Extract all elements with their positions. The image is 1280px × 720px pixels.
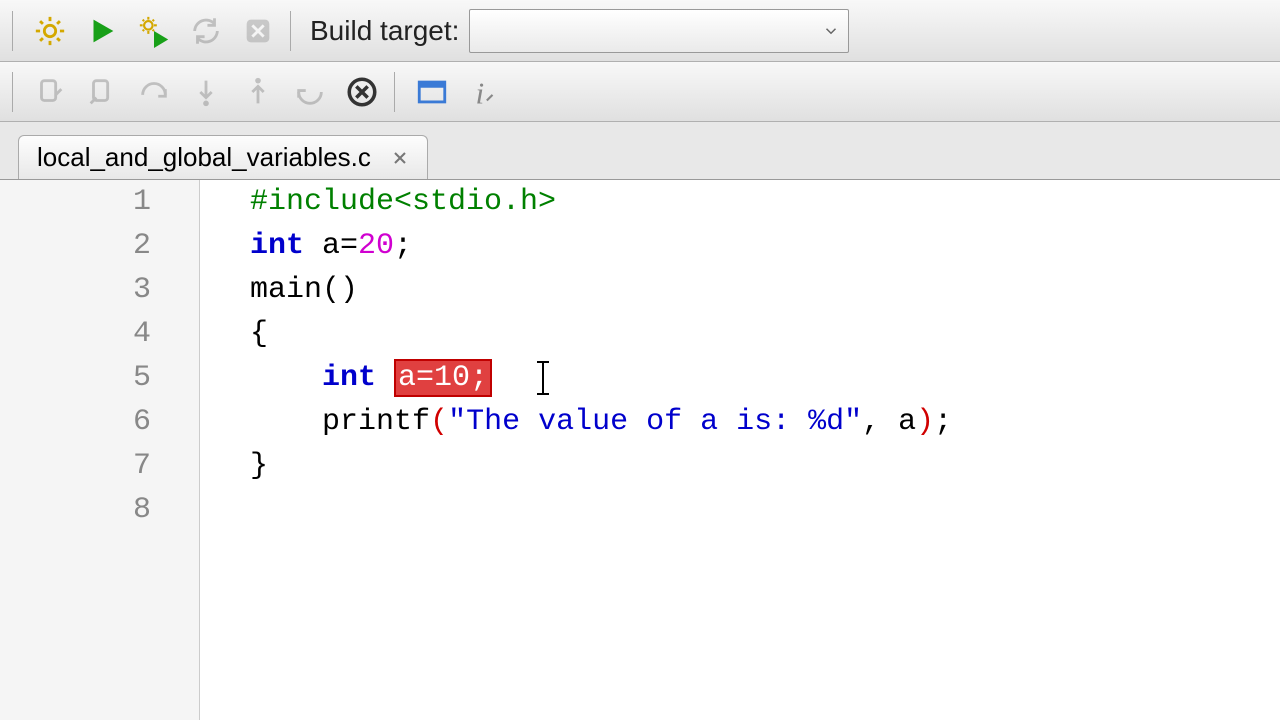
gear-icon [33, 14, 67, 48]
file-tab[interactable]: local_and_global_variables.c [18, 135, 428, 179]
main-toolbar: Build target: [0, 0, 1280, 62]
close-icon [390, 148, 410, 168]
chevron-down-icon [822, 22, 840, 40]
code-line: { [250, 312, 1280, 356]
refresh-icon [189, 14, 223, 48]
line-number: 7 [0, 444, 199, 488]
code-area[interactable]: #include<stdio.h> int a=20; main() { int… [200, 180, 1280, 720]
code-line: main() [250, 268, 1280, 312]
line-number: 3 [0, 268, 199, 312]
tab-filename: local_and_global_variables.c [37, 142, 371, 173]
stop-icon [241, 14, 275, 48]
abort-button[interactable] [234, 7, 282, 55]
code-editor[interactable]: 1 2 3 4 5 6 7 8 #include<stdio.h> int a=… [0, 180, 1280, 720]
run-button[interactable] [78, 7, 126, 55]
step-into-icon [189, 75, 223, 109]
step-out-button[interactable] [234, 68, 282, 116]
tab-close-button[interactable] [387, 145, 413, 171]
debug-start-button[interactable] [26, 68, 74, 116]
info-icon: i [467, 75, 501, 109]
play-icon [85, 14, 119, 48]
debug-toolbar: i [0, 62, 1280, 122]
selected-text: a=10; [394, 359, 492, 397]
step-out-icon [241, 75, 275, 109]
debug-icon [33, 75, 67, 109]
editor-tab-bar: local_and_global_variables.c [0, 122, 1280, 180]
line-number: 4 [0, 312, 199, 356]
build-target-dropdown[interactable] [469, 9, 849, 53]
code-line: int a=20; [250, 224, 1280, 268]
toolbar-separator [12, 72, 18, 112]
line-number: 1 [0, 180, 199, 224]
run-to-cursor-button[interactable] [78, 68, 126, 116]
text-cursor [542, 361, 544, 395]
line-number: 2 [0, 224, 199, 268]
build-target-label: Build target: [310, 15, 459, 47]
rebuild-button[interactable] [182, 7, 230, 55]
debugging-windows-button[interactable] [408, 68, 456, 116]
window-icon [415, 75, 449, 109]
line-number-gutter: 1 2 3 4 5 6 7 8 [0, 180, 200, 720]
code-line: printf("The value of a is: %d", a); [250, 400, 1280, 444]
line-number: 5 [0, 356, 199, 400]
gear-play-icon [137, 14, 171, 48]
stop-debugger-icon [345, 75, 379, 109]
code-line [250, 488, 1280, 532]
step-into-button[interactable] [182, 68, 230, 116]
code-line: #include<stdio.h> [250, 180, 1280, 224]
line-number: 8 [0, 488, 199, 532]
step-instruction-button[interactable] [286, 68, 334, 116]
step-over-button[interactable] [130, 68, 178, 116]
code-line: } [250, 444, 1280, 488]
toolbar-separator [394, 72, 400, 112]
toolbar-separator [290, 11, 296, 51]
code-line: int a=10; [250, 356, 1280, 400]
stop-debugger-button[interactable] [338, 68, 386, 116]
step-over-icon [137, 75, 171, 109]
settings-button[interactable] [26, 7, 74, 55]
line-number: 6 [0, 400, 199, 444]
toolbar-separator [12, 11, 18, 51]
run-cursor-icon [85, 75, 119, 109]
svg-text:i: i [476, 75, 485, 109]
step-instr-icon [293, 75, 327, 109]
build-and-run-button[interactable] [130, 7, 178, 55]
info-button[interactable]: i [460, 68, 508, 116]
